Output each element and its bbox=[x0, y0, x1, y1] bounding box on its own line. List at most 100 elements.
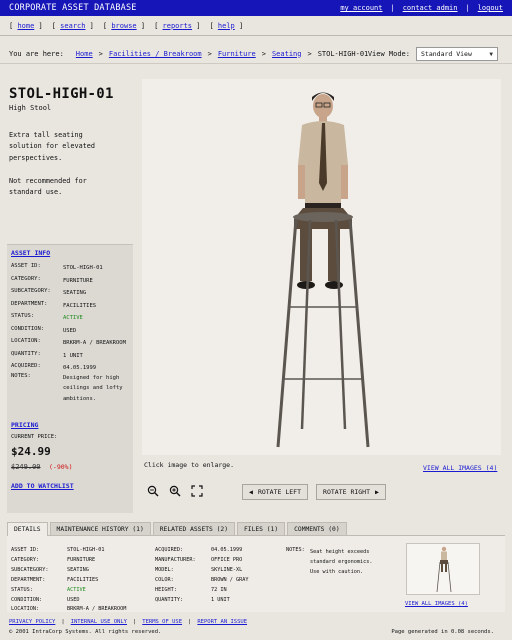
fullscreen-icon[interactable] bbox=[190, 484, 204, 498]
detail-row: CATEGORY: FURNITURE bbox=[11, 557, 95, 563]
tab-details[interactable]: DETAILS bbox=[7, 522, 48, 536]
pricing-panel: PRICING CURRENT PRICE: $24.99 $249.00 (-… bbox=[7, 417, 133, 513]
info-key: CATEGORY: bbox=[11, 275, 41, 282]
detail-notes: NOTES: Seat height exceeds standard ergo… bbox=[286, 547, 380, 577]
terms-of-use-link[interactable]: TERMS OF USE bbox=[142, 619, 182, 625]
divider: | bbox=[132, 619, 137, 625]
info-key: ASSET ID: bbox=[11, 263, 41, 269]
rotate-left-button[interactable]: ◀ ROTATE LEFT bbox=[242, 484, 308, 500]
copyright: © 2001 IntraCorp Systems. All rights res… bbox=[9, 629, 162, 635]
info-row: SUBCATEGORY: SEATING bbox=[11, 288, 131, 298]
asset-thumbnail[interactable] bbox=[406, 543, 480, 595]
detail-row: LOCATION: BRKRM-A / BREAKROOM bbox=[11, 606, 126, 612]
tab-files[interactable]: FILES (1) bbox=[237, 522, 286, 536]
asset-photo bbox=[276, 92, 370, 448]
detail-key: COLOR: bbox=[155, 577, 174, 583]
detail-row: HEIGHT: 72 IN bbox=[155, 587, 227, 593]
info-row: CONDITION: USED bbox=[11, 326, 131, 336]
crumb-home[interactable]: Home bbox=[76, 50, 93, 58]
info-row: DEPARTMENT: FACILITIES bbox=[11, 301, 131, 311]
thumbnail-view-all-link[interactable]: VIEW ALL IMAGES (4) bbox=[405, 601, 468, 607]
breadcrumb-label: You are here: bbox=[9, 49, 64, 58]
rotate-right-button[interactable]: ROTATE RIGHT ▶ bbox=[316, 484, 386, 500]
account-links: my_account | contact_admin | logout bbox=[340, 4, 503, 12]
tab-comments[interactable]: COMMENTS (0) bbox=[287, 522, 347, 536]
info-row: ACQUIRED: 04.05.1999 bbox=[11, 363, 131, 373]
nav-home-link[interactable]: home bbox=[17, 22, 34, 30]
info-value: SEATING bbox=[63, 290, 87, 296]
view-mode-select[interactable]: Standard View ▼ bbox=[416, 47, 498, 61]
detail-value: SKYLINE-XL bbox=[211, 567, 243, 573]
logout-link[interactable]: logout bbox=[478, 4, 503, 12]
nav-reports-link[interactable]: reports bbox=[163, 22, 193, 30]
asset-image[interactable] bbox=[142, 79, 501, 455]
nav-browse-link[interactable]: browse bbox=[111, 22, 136, 30]
detail-value: 72 IN bbox=[211, 587, 227, 593]
crumb-current: STOL-HIGH-01 bbox=[317, 49, 369, 58]
asset-sidebar: STOL-HIGH-01 High Stool Extra tall seati… bbox=[0, 64, 140, 520]
detail-value: USED bbox=[67, 597, 80, 603]
zoom-out-icon[interactable] bbox=[146, 484, 160, 498]
nav-search-link[interactable]: search bbox=[60, 22, 85, 30]
pricing-heading[interactable]: PRICING bbox=[11, 421, 38, 429]
crumb-separator: > bbox=[207, 49, 212, 58]
view-mode: View Mode: Standard View ▼ bbox=[368, 47, 498, 61]
zoom-in-icon[interactable] bbox=[168, 484, 182, 498]
info-value: BRKRM-A / BREAKROOM bbox=[63, 340, 126, 346]
detail-key: CONDITION: bbox=[11, 597, 43, 603]
rotate-left-label: ROTATE LEFT bbox=[257, 488, 301, 496]
nav-help-link[interactable]: help bbox=[218, 22, 235, 30]
crumb-furniture[interactable]: Furniture bbox=[218, 50, 256, 58]
detail-row: COLOR: BROWN / GRAY bbox=[155, 577, 248, 583]
crumb-separator: > bbox=[307, 49, 312, 58]
detail-key: LOCATION: bbox=[11, 606, 40, 612]
detail-value: 04.05.1999 bbox=[211, 547, 243, 553]
my-account-link[interactable]: my_account bbox=[340, 4, 382, 12]
crumb-seating[interactable]: Seating bbox=[272, 50, 302, 58]
detail-row: MODEL: SKYLINE-XL bbox=[155, 567, 242, 573]
image-caption: Click image to enlarge. bbox=[144, 461, 235, 469]
view-all-images-link[interactable]: VIEW ALL IMAGES (4) bbox=[423, 464, 497, 472]
asset-note: Not recommended for standard use. bbox=[9, 177, 87, 197]
contact-admin-link[interactable]: contact_admin bbox=[403, 4, 458, 12]
divider: | bbox=[188, 619, 192, 625]
notes-label: NOTES: bbox=[286, 547, 305, 553]
detail-key: CATEGORY: bbox=[11, 557, 40, 563]
main-nav: [ home ] [ search ] [ browse ] [ reports… bbox=[0, 16, 512, 36]
detail-status-value: ACTIVE bbox=[67, 587, 86, 593]
tab-related-assets[interactable]: RELATED ASSETS (2) bbox=[152, 522, 235, 536]
internal-use-link[interactable]: INTERNAL USE ONLY bbox=[71, 619, 127, 625]
detail-row: STATUS: ACTIVE bbox=[11, 587, 86, 593]
detail-key: ACQUIRED: bbox=[155, 547, 184, 553]
arrow-left-icon: ◀ bbox=[249, 488, 253, 496]
detail-value: FURNITURE bbox=[67, 557, 96, 563]
info-value: STOL-HIGH-01 bbox=[63, 265, 103, 271]
report-issue-link[interactable]: REPORT AN ISSUE bbox=[197, 619, 247, 625]
detail-value: BROWN / GRAY bbox=[211, 577, 249, 583]
nav-item-reports: [ reports ] bbox=[154, 21, 201, 30]
detail-value: BRKRM-A / BREAKROOM bbox=[67, 606, 127, 612]
privacy-policy-link[interactable]: PRIVACY POLICY bbox=[9, 619, 55, 625]
thumbnail-photo bbox=[436, 546, 452, 593]
info-row: ASSET ID: STOL-HIGH-01 bbox=[11, 263, 131, 273]
divider: | bbox=[465, 4, 470, 12]
detail-row: ASSET ID: STOL-HIGH-01 bbox=[11, 547, 104, 553]
asset-info-heading[interactable]: ASSET INFO bbox=[11, 249, 50, 257]
status-value: ACTIVE bbox=[63, 315, 83, 321]
nav-item-help: [ help ] bbox=[209, 21, 244, 30]
info-value: 1 UNIT bbox=[63, 352, 83, 359]
add-to-watchlist-link[interactable]: ADD TO WATCHLIST bbox=[11, 482, 74, 490]
detail-key: DEPARTMENT: bbox=[11, 577, 46, 583]
detail-row: QUANTITY: 1 UNIT bbox=[155, 597, 230, 603]
asset-description: Extra tall seating solution for elevated… bbox=[9, 131, 95, 162]
info-key: QUANTITY: bbox=[11, 350, 41, 357]
tab-maintenance-history[interactable]: MAINTENANCE HISTORY (1) bbox=[49, 522, 151, 536]
arrow-right-icon: ▶ bbox=[375, 488, 379, 496]
page-generated: Page generated in 0.08 seconds. bbox=[391, 629, 494, 635]
divider: | bbox=[390, 4, 395, 12]
chevron-down-icon: ▼ bbox=[489, 50, 493, 58]
info-key: DEPARTMENT: bbox=[11, 300, 48, 307]
detail-row: SUBCATEGORY: SEATING bbox=[11, 567, 89, 573]
crumb-facilities[interactable]: Facilities / Breakroom bbox=[109, 50, 202, 58]
detail-value: SEATING bbox=[67, 567, 89, 573]
